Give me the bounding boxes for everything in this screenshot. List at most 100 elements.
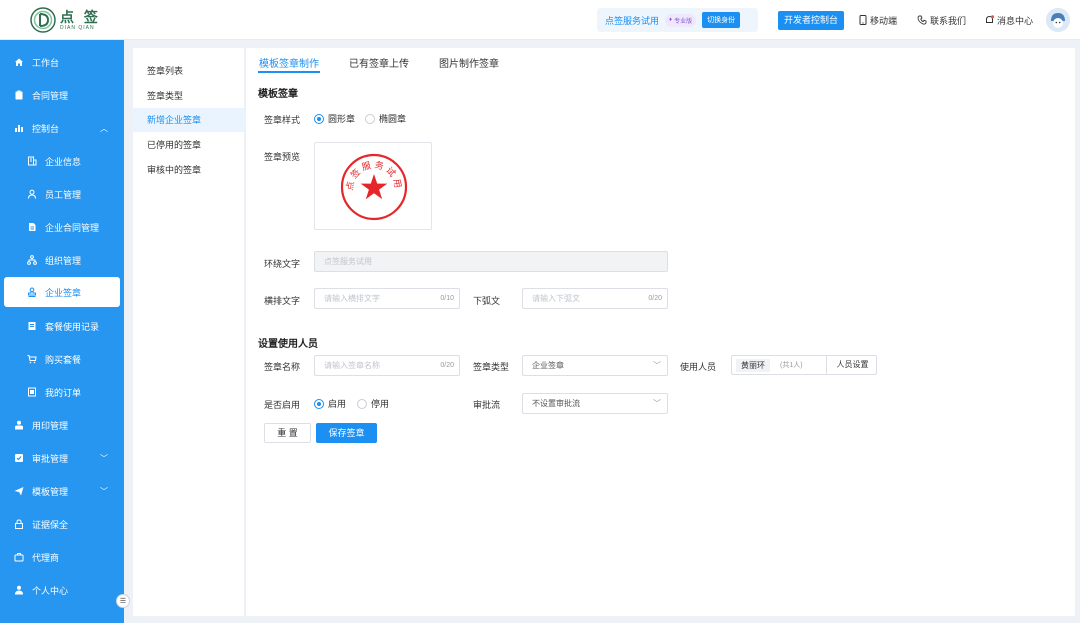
sidebar-item-templates[interactable]: 模板管理 ﹀ [0, 480, 124, 502]
chevron-down-icon: ﹀ [100, 487, 108, 496]
subnav-item-disabled-seals[interactable]: 已停用的签章 [133, 133, 245, 157]
tab-image-seal[interactable]: 图片制作签章 [439, 55, 499, 70]
seal-style-label: 签章样式 [264, 115, 301, 125]
sidebar-item-enterprise-contracts[interactable]: 企业合同管理 [0, 216, 124, 238]
sidebar-item-enterprise-seal[interactable]: 企业签章 [4, 277, 120, 307]
sidebar-item-label: 工作台 [32, 57, 60, 68]
horizontal-text-input[interactable]: 请输入横排文字 0/10 [314, 288, 460, 309]
person-icon [14, 585, 24, 595]
seal-image: 点签服务试用 [340, 153, 408, 221]
radio-label: 停用 [371, 399, 390, 409]
ring-text-input: 点签服务试用 [314, 251, 668, 272]
bottom-arc-input[interactable]: 请输入下弧文 0/20 [522, 288, 668, 309]
logo-subtitle: DIAN QIAN [60, 24, 95, 31]
switch-identity-button[interactable]: 切换身份 [702, 12, 741, 28]
sidebar-collapse-button[interactable]: ☰ [116, 594, 130, 608]
account-name: 点签服务试用 [605, 15, 660, 26]
seal-style-round-radio[interactable]: 圆形章 [314, 112, 355, 125]
enable-off-radio[interactable]: 停用 [357, 397, 389, 410]
seal-type-label: 签章类型 [473, 362, 510, 372]
seal-type-select[interactable]: 企业签章 ﹀ [522, 355, 668, 376]
sidebar-item-label: 模板管理 [32, 486, 69, 497]
approve-icon [14, 453, 24, 463]
seal-name-placeholder: 请输入签章名称 [324, 361, 380, 370]
home-icon [14, 57, 24, 67]
sidebar-item-label: 购买套餐 [45, 354, 82, 365]
tab-template-seal[interactable]: 模板签章制作 [259, 55, 319, 70]
sidebar-item-label: 合同管理 [32, 90, 69, 101]
send-icon [14, 486, 24, 496]
enable-label: 是否启用 [264, 400, 301, 410]
avatar[interactable] [1046, 8, 1070, 32]
seal-style-oval-radio[interactable]: 椭圆章 [365, 112, 406, 125]
radio-label: 椭圆章 [379, 114, 407, 124]
sidebar-item-console[interactable]: 控制台 ︿ [0, 117, 124, 139]
sidebar-item-label: 套餐使用记录 [45, 321, 100, 332]
menu-fold-icon: ☰ [119, 598, 127, 605]
mobile-link[interactable]: 移动端 [859, 14, 897, 27]
diamond-icon: ♦ [669, 17, 673, 23]
sidebar-item-label: 审批管理 [32, 453, 69, 464]
seal-preview: 点签服务试用 [314, 142, 432, 230]
pro-badge-label: 专业版 [674, 18, 693, 25]
account-box: 点签服务试用 ♦ 专业版 切换身份 [597, 8, 758, 32]
sidebar-item-workbench[interactable]: 工作台 [0, 51, 124, 73]
seal-subnav: 签章列表 签章类型 新增企业签章 已停用的签章 审核中的签章 [133, 48, 245, 616]
subnav-item-seal-types[interactable]: 签章类型 [133, 84, 245, 108]
sidebar-item-evidence[interactable]: 证据保全 [0, 513, 124, 535]
order-icon [27, 387, 37, 397]
users-settings-button[interactable]: 人员设置 [826, 355, 878, 375]
section-title-users: 设置使用人员 [258, 339, 318, 350]
section-title-template-seal: 模板签章 [258, 89, 298, 100]
horizontal-text-label: 横排文字 [264, 296, 301, 306]
user-tag[interactable]: 黄丽环 [736, 359, 770, 372]
seal-name-input[interactable]: 请输入签章名称 0/20 [314, 355, 460, 376]
seal-name-count: 0/20 [440, 362, 454, 369]
approval-flow-label: 审批流 [473, 400, 501, 410]
seal-name-label: 签章名称 [264, 362, 301, 372]
ring-text-label: 环绕文字 [264, 259, 301, 269]
chevron-down-icon: ﹀ [100, 454, 108, 463]
users-label: 使用人员 [680, 362, 717, 372]
sidebar-item-label: 用印管理 [32, 420, 69, 431]
developer-console-button[interactable]: 开发者控制台 [778, 11, 845, 30]
org-icon [27, 255, 37, 265]
sidebar-item-seal-usage[interactable]: 用印管理 [0, 414, 124, 436]
radio-checked-icon [314, 113, 324, 124]
document-icon [27, 222, 37, 232]
subnav-item-new-seal[interactable]: 新增企业签章 [133, 108, 245, 132]
reset-button[interactable]: 重 置 [264, 423, 311, 443]
subnav-item-seal-list[interactable]: 签章列表 [133, 59, 245, 83]
sidebar-item-package-records[interactable]: 套餐使用记录 [0, 315, 124, 337]
lock-icon [14, 519, 24, 529]
tab-upload-seal[interactable]: 已有签章上传 [349, 55, 409, 70]
sidebar-item-label: 员工管理 [45, 189, 82, 200]
sidebar-item-staff[interactable]: 员工管理 [0, 183, 124, 205]
subnav-item-pending-seals[interactable]: 审核中的签章 [133, 158, 245, 182]
sidebar-item-label: 组织管理 [45, 255, 82, 266]
sidebar-item-label: 企业信息 [45, 156, 82, 167]
radio-unchecked-icon [357, 398, 367, 409]
messages-link[interactable]: 消息中心 [985, 14, 1033, 27]
enable-on-radio[interactable]: 启用 [314, 397, 346, 410]
save-seal-button[interactable]: 保存签章 [316, 423, 377, 443]
radio-label: 启用 [328, 399, 347, 409]
users-selector: 黄丽环 (共1人) 人员设置 [731, 355, 877, 375]
sidebar-item-contracts[interactable]: 合同管理 [0, 84, 124, 106]
sidebar-item-my-orders[interactable]: 我的订单 [0, 381, 124, 403]
sidebar-item-label: 代理商 [32, 552, 60, 563]
logo[interactable]: 点 签 DIAN QIAN [30, 5, 101, 35]
approval-flow-select[interactable]: 不设置审批流 ﹀ [522, 393, 668, 414]
contact-link[interactable]: 联系我们 [917, 14, 966, 27]
phone-icon [859, 14, 867, 27]
sidebar-item-buy-package[interactable]: 购买套餐 [0, 348, 124, 370]
sidebar-item-company-info[interactable]: 企业信息 [0, 150, 124, 172]
sidebar-item-approvals[interactable]: 审批管理 ﹀ [0, 447, 124, 469]
horizontal-text-placeholder: 请输入横排文字 [324, 294, 380, 303]
sidebar-item-agents[interactable]: 代理商 [0, 546, 124, 568]
telephone-icon [917, 15, 927, 27]
sidebar-item-personal[interactable]: 个人中心 [0, 579, 124, 601]
sidebar-item-organization[interactable]: 组织管理 [0, 249, 124, 271]
main-panel: 模板签章制作 已有签章上传 图片制作签章 模板签章 签章样式 圆形章 椭圆章 签… [246, 48, 1075, 616]
cart-icon [27, 354, 37, 364]
